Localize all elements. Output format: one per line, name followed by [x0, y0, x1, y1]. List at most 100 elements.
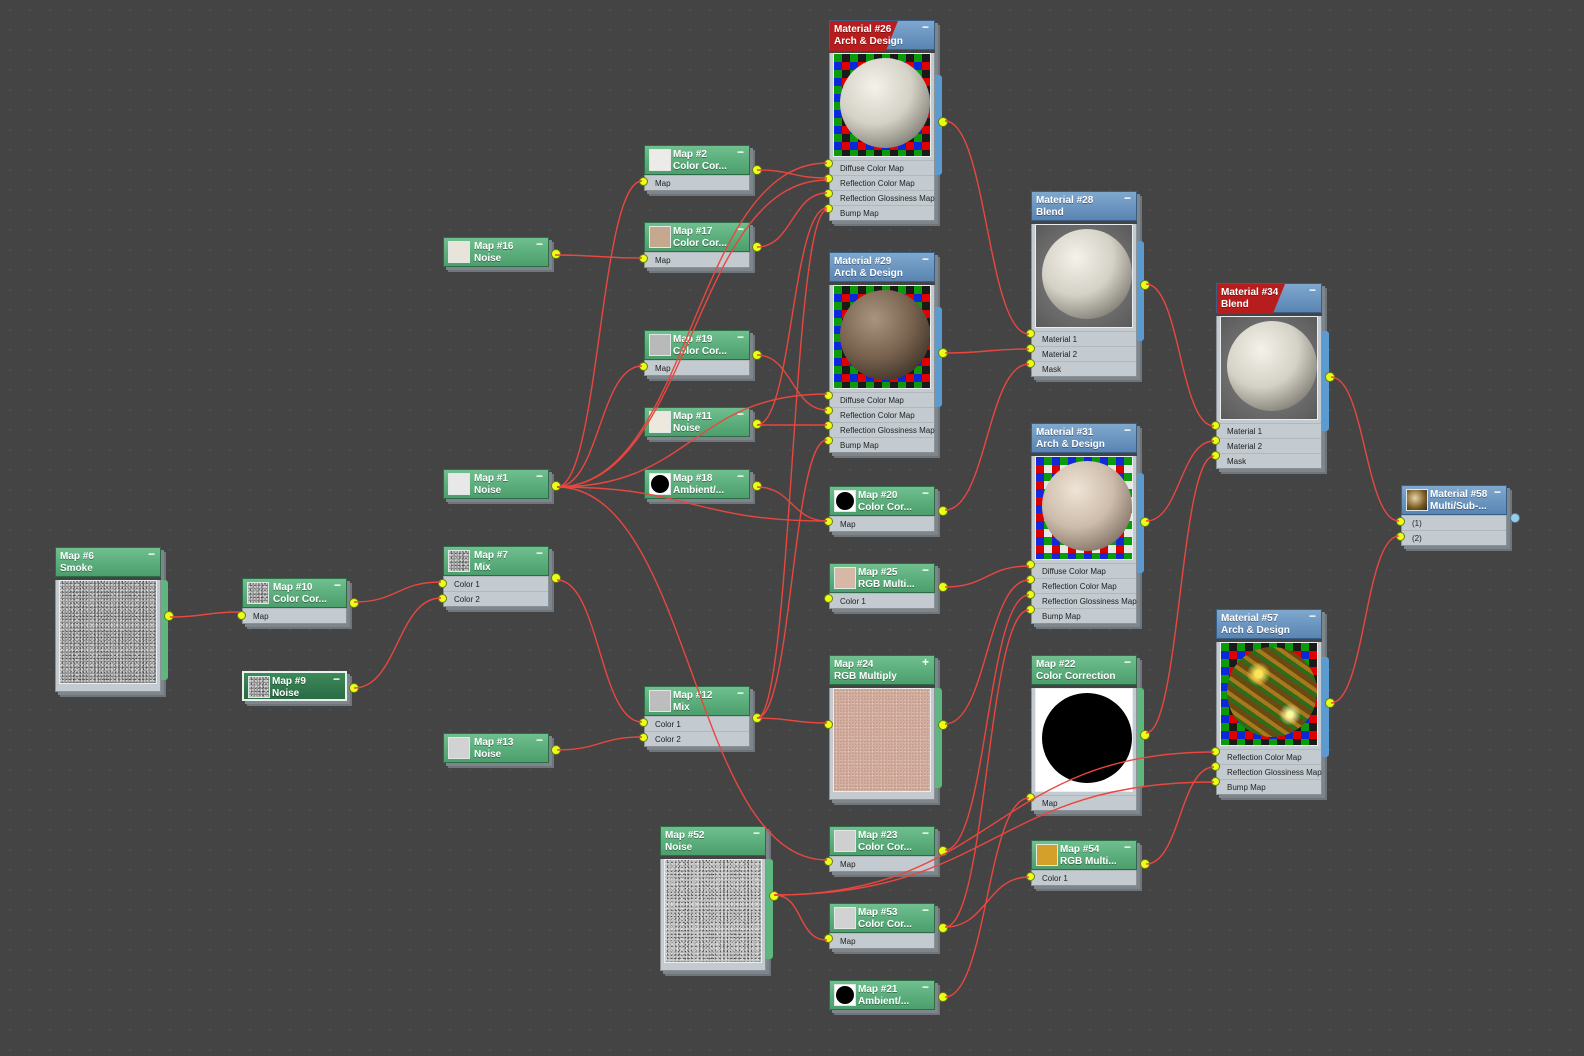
node-header[interactable]: Map #20 Color Cor... − — [829, 486, 935, 516]
node-map-20[interactable]: Map #20 Color Cor... − Map — [824, 486, 948, 532]
node-header[interactable]: Material #34 Blend − — [1216, 283, 1322, 314]
minimize-icon[interactable]: − — [536, 547, 543, 559]
node-header[interactable]: Map #25 RGB Multi... − — [829, 563, 935, 593]
input-port[interactable] — [1211, 451, 1220, 460]
input-port[interactable] — [639, 254, 648, 263]
minimize-icon[interactable]: − — [536, 470, 543, 482]
minimize-icon[interactable]: − — [737, 146, 744, 158]
node-map-13[interactable]: Map #13 Noise − — [443, 733, 561, 763]
node-map-25[interactable]: Map #25 RGB Multi... − Color 1 — [824, 563, 948, 609]
node-map-19[interactable]: Map #19 Color Cor... − Map — [639, 330, 762, 376]
node-map-24[interactable]: Map #24 RGB Multiply + — [824, 655, 948, 800]
output-port[interactable] — [752, 165, 762, 175]
input-port[interactable] — [1211, 436, 1220, 445]
input-port[interactable] — [1026, 560, 1035, 569]
node-header[interactable]: Material #58 Multi/Sub-... − — [1401, 485, 1507, 515]
node-header[interactable]: Map #10 Color Cor... − — [242, 578, 347, 608]
minimize-icon[interactable]: − — [1124, 841, 1131, 853]
output-port[interactable] — [938, 992, 948, 1002]
node-header[interactable]: Map #23 Color Cor... − — [829, 826, 935, 856]
minimize-icon[interactable]: − — [737, 408, 744, 420]
node-map-7[interactable]: Map #7 Mix − Color 1 Color 2 — [438, 546, 561, 607]
input-port[interactable] — [438, 594, 447, 603]
node-map-2[interactable]: Map #2 Color Cor... − Map — [639, 145, 762, 191]
input-port[interactable] — [1211, 421, 1220, 430]
input-port[interactable] — [438, 579, 447, 588]
node-material-58[interactable]: Material #58 Multi/Sub-... − (1) (2) — [1396, 485, 1520, 546]
node-header[interactable]: Map #18 Ambient/... − — [644, 469, 750, 499]
node-header[interactable]: Map #1 Noise − — [443, 469, 549, 499]
node-header[interactable]: Map #21 Ambient/... − — [829, 980, 935, 1010]
minimize-icon[interactable]: − — [737, 470, 744, 482]
output-port[interactable] — [551, 481, 561, 491]
output-port[interactable] — [551, 573, 561, 583]
minimize-icon[interactable]: − — [1124, 656, 1131, 668]
input-port[interactable] — [237, 611, 246, 620]
input-port[interactable] — [824, 594, 833, 603]
output-port[interactable] — [1325, 372, 1335, 382]
input-port[interactable] — [1026, 344, 1035, 353]
node-material-29[interactable]: Material #29 Arch & Design − Diffuse Col… — [824, 252, 948, 453]
output-port[interactable] — [938, 846, 948, 856]
input-port[interactable] — [824, 436, 833, 445]
minimize-icon[interactable]: − — [148, 548, 155, 560]
minimize-icon[interactable]: − — [922, 904, 929, 916]
input-port[interactable] — [1211, 777, 1220, 786]
node-map-23[interactable]: Map #23 Color Cor... − Map — [824, 826, 948, 872]
node-map-18[interactable]: Map #18 Ambient/... − — [644, 469, 762, 499]
node-header[interactable]: Map #6 Smoke − — [55, 547, 161, 577]
input-port[interactable] — [824, 204, 833, 213]
input-port[interactable] — [1026, 575, 1035, 584]
output-port[interactable] — [551, 249, 561, 259]
node-header[interactable]: Map #13 Noise − — [443, 733, 549, 763]
output-port[interactable] — [769, 891, 779, 901]
minimize-icon[interactable]: − — [737, 331, 744, 343]
node-header[interactable]: Map #2 Color Cor... − — [644, 145, 750, 175]
output-port[interactable] — [938, 117, 948, 127]
output-port[interactable] — [1140, 280, 1150, 290]
input-port[interactable] — [824, 934, 833, 943]
minimize-icon[interactable]: − — [333, 673, 340, 685]
node-map-6[interactable]: Map #6 Smoke − — [55, 547, 174, 692]
output-port[interactable] — [752, 713, 762, 723]
node-header[interactable]: Map #16 Noise − — [443, 237, 549, 267]
node-material-34[interactable]: Material #34 Blend − Material 1 Material… — [1211, 283, 1335, 469]
input-port[interactable] — [1026, 359, 1035, 368]
node-map-52[interactable]: Map #52 Noise − — [660, 826, 779, 971]
node-header[interactable]: Map #7 Mix − — [443, 546, 549, 576]
node-map-10[interactable]: Map #10 Color Cor... − Map — [237, 578, 359, 624]
node-header[interactable]: Map #54 RGB Multi... − — [1031, 840, 1137, 870]
node-map-11[interactable]: Map #11 Noise − — [644, 407, 762, 437]
output-port[interactable] — [938, 506, 948, 516]
node-header[interactable]: Map #24 RGB Multiply + — [829, 655, 935, 685]
node-material-28[interactable]: Material #28 Blend − Material 1 Material… — [1026, 191, 1150, 377]
minimize-icon[interactable]: − — [1309, 284, 1316, 296]
input-port[interactable] — [1026, 590, 1035, 599]
node-header[interactable]: Map #9 Noise − — [242, 671, 347, 701]
input-port[interactable] — [824, 406, 833, 415]
input-port[interactable] — [824, 720, 833, 729]
node-map-21[interactable]: Map #21 Ambient/... − — [829, 980, 948, 1010]
node-material-57[interactable]: Material #57 Arch & Design − Reflection … — [1211, 609, 1335, 795]
input-port[interactable] — [1026, 329, 1035, 338]
expand-icon[interactable]: + — [922, 656, 929, 668]
input-port[interactable] — [824, 391, 833, 400]
minimize-icon[interactable]: − — [922, 253, 929, 265]
output-port[interactable] — [752, 350, 762, 360]
node-header[interactable]: Map #22 Color Correction − — [1031, 655, 1137, 685]
output-port[interactable] — [349, 683, 359, 693]
input-port[interactable] — [639, 733, 648, 742]
output-port[interactable] — [1510, 513, 1520, 523]
output-port[interactable] — [938, 923, 948, 933]
node-header[interactable]: Material #28 Blend − — [1031, 191, 1137, 221]
minimize-icon[interactable]: − — [1309, 610, 1316, 622]
node-header[interactable]: Map #12 Mix − — [644, 686, 750, 716]
minimize-icon[interactable]: − — [753, 827, 760, 839]
output-port[interactable] — [1140, 517, 1150, 527]
node-map-9[interactable]: Map #9 Noise − — [242, 671, 359, 701]
minimize-icon[interactable]: − — [737, 223, 744, 235]
minimize-icon[interactable]: − — [1124, 424, 1131, 436]
node-header[interactable]: Material #31 Arch & Design − — [1031, 423, 1137, 453]
minimize-icon[interactable]: − — [737, 687, 744, 699]
minimize-icon[interactable]: − — [536, 734, 543, 746]
